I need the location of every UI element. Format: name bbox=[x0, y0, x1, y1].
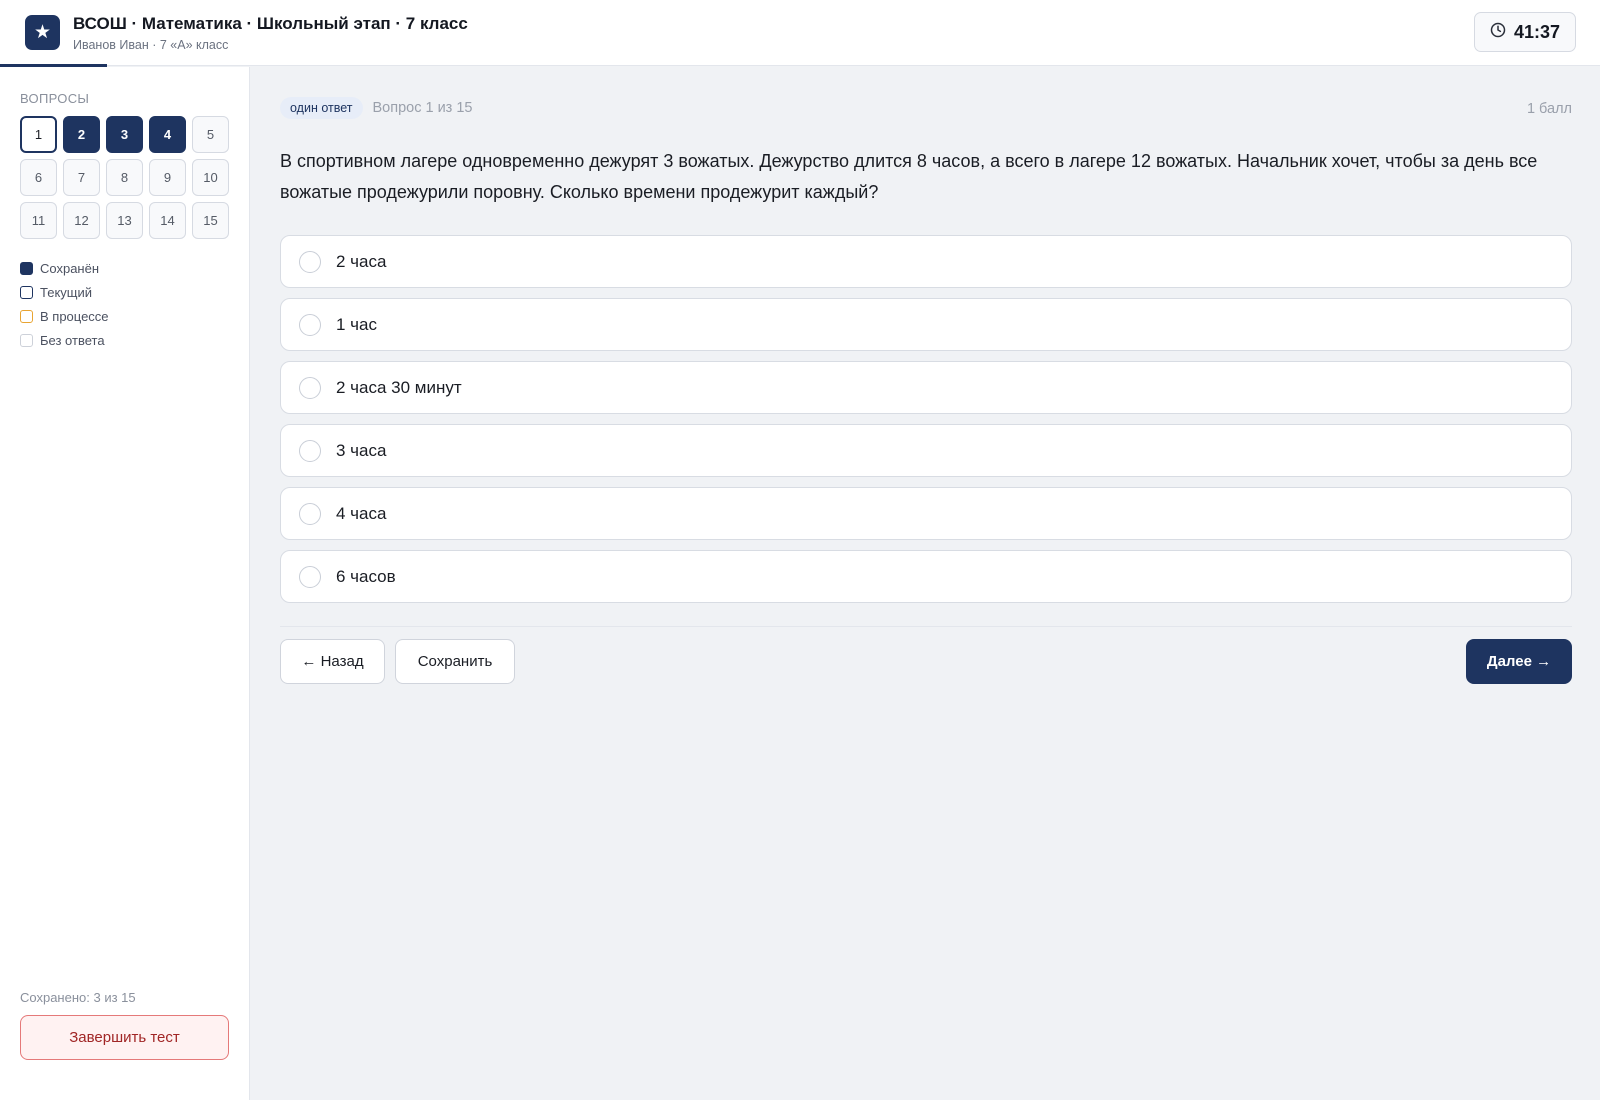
legend-swatch bbox=[20, 309, 33, 323]
question-number: Вопрос 1 из 15 bbox=[372, 100, 473, 116]
answer-option-label: 2 часа bbox=[336, 251, 387, 271]
radio-button[interactable] bbox=[299, 502, 321, 525]
answer-option[interactable]: 6 часов bbox=[280, 550, 1572, 603]
question-nav-button[interactable]: 8 bbox=[106, 159, 143, 196]
radio-button[interactable] bbox=[299, 376, 321, 399]
legend-item: Текущий bbox=[20, 280, 109, 304]
answer-option[interactable]: 4 часа bbox=[280, 487, 1572, 540]
question-nav-button[interactable]: 7 bbox=[63, 159, 100, 196]
question-nav-button[interactable]: 1 bbox=[20, 116, 57, 153]
question-nav-button[interactable]: 2 bbox=[63, 116, 100, 153]
legend-label: Текущий bbox=[40, 284, 92, 300]
radio-button[interactable] bbox=[299, 313, 321, 336]
answer-option-label: 4 часа bbox=[336, 503, 387, 523]
legend-label: Сохранён bbox=[40, 260, 100, 276]
legend-label: В процессе bbox=[40, 308, 109, 324]
question-meta: один ответ Вопрос 1 из 15 bbox=[280, 97, 473, 119]
radio-button[interactable] bbox=[299, 439, 321, 462]
radio-button[interactable] bbox=[299, 250, 321, 273]
finish-test-button[interactable]: Завершить тест bbox=[20, 1015, 229, 1060]
legend-item: Сохранён bbox=[20, 256, 109, 280]
timer: 41:37 bbox=[1474, 12, 1576, 52]
answer-option[interactable]: 2 часа 30 минут bbox=[280, 361, 1572, 414]
legend-item: В процессе bbox=[20, 304, 109, 328]
answer-option-label: 1 час bbox=[336, 314, 377, 334]
answer-option-label: 3 часа bbox=[336, 440, 387, 460]
clock-icon bbox=[1490, 22, 1506, 43]
legend-swatch bbox=[20, 285, 33, 299]
question-nav-button[interactable]: 14 bbox=[149, 202, 186, 239]
star-logo-icon: ★ bbox=[25, 15, 60, 50]
answer-option[interactable]: 2 часа bbox=[280, 235, 1572, 288]
question-text: В спортивном лагере одновременно дежурят… bbox=[280, 151, 1538, 202]
question-nav-button[interactable]: 12 bbox=[63, 202, 100, 239]
answer-options: 2 часа 1 час 2 часа 30 минут 3 часа 4 часа 6 … bbox=[280, 235, 1572, 613]
question-nav-button[interactable]: 6 bbox=[20, 159, 57, 196]
question-nav-button[interactable]: 3 bbox=[106, 116, 143, 153]
answer-option[interactable]: 1 час bbox=[280, 298, 1572, 351]
question-nav-button[interactable]: 11 bbox=[20, 202, 57, 239]
question-nav-button[interactable]: 13 bbox=[106, 202, 143, 239]
question-nav-button[interactable]: 10 bbox=[192, 159, 229, 196]
top-bar: ★ ВСОШ · Математика · Школьный этап · 7 … bbox=[0, 0, 1600, 67]
student-info: Иванов Иван · 7 «А» класс bbox=[73, 38, 229, 52]
saved-count: Сохранено: 3 из 15 bbox=[20, 990, 136, 1005]
legend-swatch bbox=[20, 261, 33, 275]
answer-option[interactable]: 3 часа bbox=[280, 424, 1572, 477]
divider bbox=[280, 626, 1572, 627]
save-button[interactable]: Сохранить bbox=[395, 639, 515, 684]
answer-option-label: 6 часов bbox=[336, 566, 396, 586]
next-button[interactable]: Далее → bbox=[1466, 639, 1572, 684]
question-nav-button[interactable]: 9 bbox=[149, 159, 186, 196]
sidebar-heading: ВОПРОСЫ bbox=[20, 91, 90, 106]
question-type-badge: один ответ bbox=[280, 97, 363, 119]
legend-label: Без ответа bbox=[40, 332, 105, 348]
legend-item: Без ответа bbox=[20, 328, 109, 352]
page-title: ВСОШ · Математика · Школьный этап · 7 кл… bbox=[73, 14, 468, 33]
question-nav-button[interactable]: 15 bbox=[192, 202, 229, 239]
question-points: 1 балл bbox=[1526, 101, 1572, 117]
radio-button[interactable] bbox=[299, 565, 321, 588]
status-legend: Сохранён Текущий В процессе Без ответа bbox=[20, 256, 109, 352]
legend-swatch bbox=[20, 333, 33, 347]
sidebar: ВОПРОСЫ 1 2 3 4 5 6 7 8 9 10 11 12 13 14 15 Сохранён Те… bbox=[0, 67, 250, 1100]
question-nav-button[interactable]: 5 bbox=[192, 116, 229, 153]
answer-option-label: 2 часа 30 минут bbox=[336, 377, 462, 397]
question-grid: 1 2 3 4 5 6 7 8 9 10 11 12 13 14 15 bbox=[20, 116, 229, 239]
back-button[interactable]: ← Назад bbox=[280, 639, 385, 684]
question-nav-button[interactable]: 4 bbox=[149, 116, 186, 153]
timer-value: 41:37 bbox=[1513, 21, 1561, 42]
